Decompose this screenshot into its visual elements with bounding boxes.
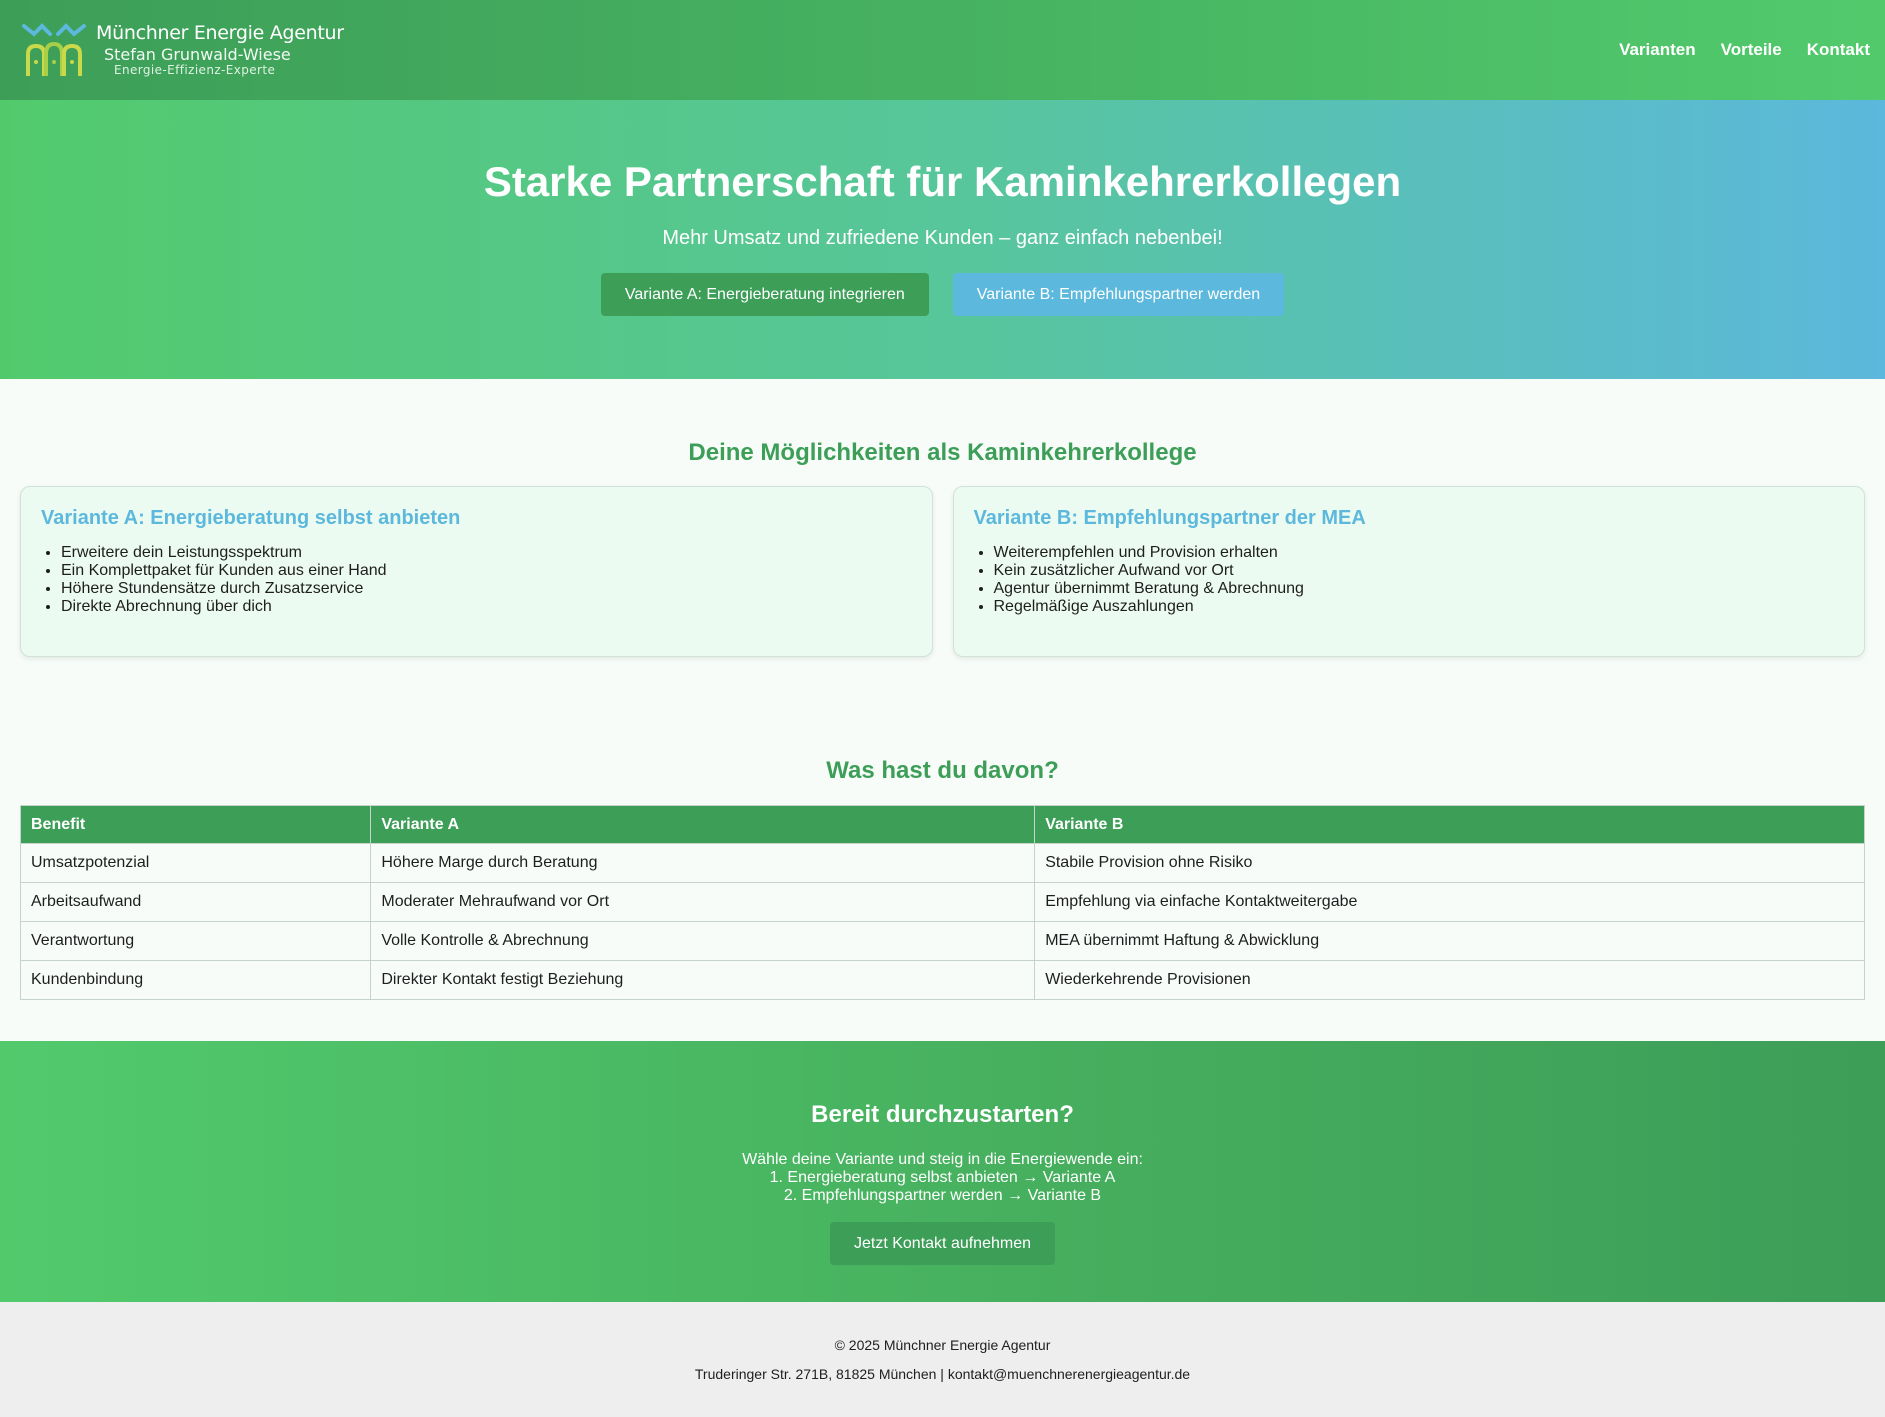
logo-text: Münchner Energie Agentur Stefan Grunwald… xyxy=(96,21,344,77)
hero-buttons: Variante A: Energieberatung integrieren … xyxy=(0,273,1885,316)
variants-title: Deine Möglichkeiten als Kaminkehrerkolle… xyxy=(688,439,1197,466)
table-cell: Empfehlung via einfache Kontaktweitergab… xyxy=(1034,882,1865,922)
mea-logo-icon xyxy=(22,23,86,76)
footer-address: Truderinger Str. 271B, 81825 München | k… xyxy=(694,1366,1191,1382)
list-item: Agentur übernimmt Beratung & Abrechnung xyxy=(994,580,1845,598)
cta-section: Bereit durchzustarten? Wähle deine Varia… xyxy=(0,1041,1885,1302)
table-row: Verantwortung Volle Kontrolle & Abrechnu… xyxy=(19,921,1865,961)
cta-text: Wähle deine Variante und steig in die En… xyxy=(0,1151,1885,1205)
variants-section: Deine Möglichkeiten als Kaminkehrerkolle… xyxy=(0,379,1885,1041)
table-cell: Volle Kontrolle & Abrechnung xyxy=(370,921,1036,961)
table-cell: Höhere Marge durch Beratung xyxy=(370,843,1036,883)
logo-tagline: Energie-Effizienz-Experte xyxy=(114,62,276,77)
column-header-variant-a: Variante A xyxy=(370,805,1036,844)
variant-cards: Variante A: Energieberatung selbst anbie… xyxy=(0,486,1885,657)
table-header-row: Benefit Variante A Variante B xyxy=(19,805,1865,844)
variant-b-list: Weiterempfehlen und Provision erhalten K… xyxy=(974,544,1845,616)
site-footer: © 2025 Münchner Energie Agentur Truderin… xyxy=(0,1302,1885,1417)
table-cell: Stabile Provision ohne Risiko xyxy=(1034,843,1865,883)
list-item: Ein Komplettpaket für Kunden aus einer H… xyxy=(61,562,912,580)
list-item: Erweitere dein Leistungsspektrum xyxy=(61,544,912,562)
logo-brand: Münchner Energie Agentur xyxy=(96,21,344,44)
hero-subtitle: Mehr Umsatz und zufriedene Kunden – ganz… xyxy=(662,227,1223,249)
variant-b-button[interactable]: Variante B: Empfehlungspartner werden xyxy=(952,273,1285,316)
table-cell: Wiederkehrende Provisionen xyxy=(1034,960,1865,1000)
cta-title: Bereit durchzustarten? xyxy=(811,1101,1074,1128)
variant-b-card-title: Variante B: Empfehlungspartner der MEA xyxy=(973,507,1366,529)
cta-line: 2. Empfehlungspartner werden → Variante … xyxy=(783,1187,1102,1204)
nav-link-varianten[interactable]: Varianten xyxy=(1619,40,1696,60)
variant-a-button[interactable]: Variante A: Energieberatung integrieren xyxy=(600,273,929,316)
column-header-variant-b: Variante B xyxy=(1034,805,1865,844)
table-row: Umsatzpotenzial Höhere Marge durch Berat… xyxy=(19,843,1865,883)
nav-link-vorteile[interactable]: Vorteile xyxy=(1721,40,1782,60)
hero-title: Starke Partnerschaft für Kaminkehrerkoll… xyxy=(483,158,1402,205)
hero-section: Starke Partnerschaft für Kaminkehrerkoll… xyxy=(0,100,1885,379)
list-item: Höhere Stundensätze durch Zusatzservice xyxy=(61,580,912,598)
main-nav: Varianten Vorteile Kontakt xyxy=(1619,40,1870,60)
list-item: Direkte Abrechnung über dich xyxy=(61,598,912,616)
cta-line: 1. Energieberatung selbst anbieten → Var… xyxy=(769,1169,1116,1186)
table-cell: Verantwortung xyxy=(19,921,372,961)
logo-name: Stefan Grunwald-Wiese xyxy=(104,44,291,64)
contact-button[interactable]: Jetzt Kontakt aufnehmen xyxy=(830,1222,1055,1265)
table-cell: Moderater Mehraufwand vor Ort xyxy=(370,882,1036,922)
variant-a-card-title: Variante A: Energieberatung selbst anbie… xyxy=(41,507,461,529)
list-item: Regelmäßige Auszahlungen xyxy=(994,598,1845,616)
list-item: Weiterempfehlen und Provision erhalten xyxy=(994,544,1845,562)
table-row: Kundenbindung Direkter Kontakt festigt B… xyxy=(19,960,1865,1000)
benefits-table: Benefit Variante A Variante B Umsatzpote… xyxy=(19,805,1865,1000)
site-header: Münchner Energie Agentur Stefan Grunwald… xyxy=(0,0,1885,100)
variant-a-card: Variante A: Energieberatung selbst anbie… xyxy=(20,486,933,657)
table-cell: Kundenbindung xyxy=(19,960,372,1000)
benefits-title: Was hast du davon? xyxy=(826,757,1059,784)
table-cell: Direkter Kontakt festigt Beziehung xyxy=(370,960,1036,1000)
footer-copyright: © 2025 Münchner Energie Agentur xyxy=(834,1337,1051,1353)
table-cell: MEA übernimmt Haftung & Abwicklung xyxy=(1034,921,1865,961)
variant-b-card: Variante B: Empfehlungspartner der MEA W… xyxy=(952,486,1865,657)
nav-link-kontakt[interactable]: Kontakt xyxy=(1807,40,1870,60)
table-cell: Arbeitsaufwand xyxy=(19,882,372,922)
table-row: Arbeitsaufwand Moderater Mehraufwand vor… xyxy=(19,882,1865,922)
column-header-benefit: Benefit xyxy=(19,805,372,844)
variant-a-list: Erweitere dein Leistungsspektrum Ein Kom… xyxy=(41,544,912,616)
cta-line: Wähle deine Variante und steig in die En… xyxy=(742,1151,1143,1168)
logo[interactable]: Münchner Energie Agentur Stefan Grunwald… xyxy=(22,20,344,80)
table-cell: Umsatzpotenzial xyxy=(19,843,372,883)
list-item: Kein zusätzlicher Aufwand vor Ort xyxy=(994,562,1845,580)
